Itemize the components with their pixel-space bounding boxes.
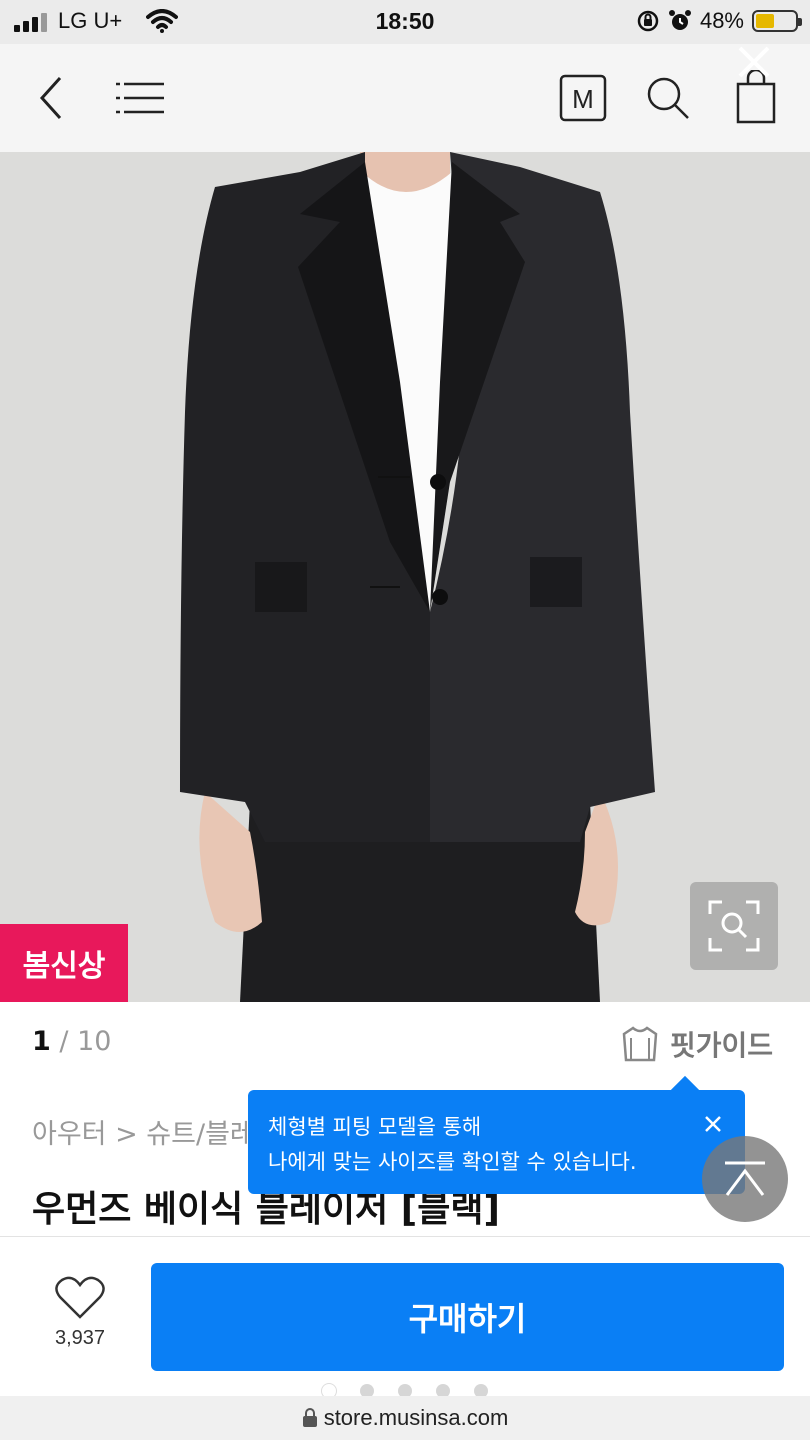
battery-icon [752, 10, 802, 32]
image-zoom-button[interactable] [690, 882, 778, 970]
tooltip-text-line2: 나에게 맞는 사이즈를 확인할 수 있습니다. [268, 1150, 637, 1174]
battery-percent: 48% [699, 8, 744, 33]
buy-button[interactable]: 구매하기 [151, 1263, 784, 1371]
heart-icon [55, 1276, 105, 1319]
menu-button[interactable] [112, 70, 168, 126]
like-count: 3,937 [54, 1327, 106, 1349]
alarm-icon [668, 10, 691, 30]
fit-guide-button[interactable]: 핏가이드 [620, 1022, 773, 1066]
url-text: store.musinsa.com [323, 1405, 509, 1430]
search-icon [647, 77, 689, 119]
orientation-lock-icon [637, 10, 659, 32]
back-icon [39, 76, 62, 120]
image-pager: 1 / 10 [32, 1026, 111, 1057]
close-icon[interactable] [730, 38, 778, 86]
product-photo [0, 152, 810, 1002]
purchase-bar: 3,937 구매하기 [0, 1236, 810, 1392]
arrow-up-icon [725, 1161, 765, 1196]
back-button[interactable] [24, 70, 80, 126]
category-breadcrumb[interactable]: 아우터 > 슈트/블레 [32, 1112, 255, 1151]
search-button[interactable] [640, 70, 696, 126]
product-image-carousel[interactable]: 봄신상 [0, 152, 810, 1002]
browser-url-bar[interactable]: store.musinsa.com [0, 1396, 810, 1440]
scroll-to-top-button[interactable] [702, 1136, 788, 1222]
fit-guide-tooltip: 체형별 피팅 모델을 통해 나에게 맞는 사이즈를 확인할 수 있습니다. [248, 1075, 745, 1194]
header-bar: M [0, 44, 810, 152]
musinsa-m-icon: M [559, 74, 607, 122]
total-images: 10 [77, 1026, 112, 1057]
tooltip-close-icon[interactable] [699, 1110, 727, 1138]
menu-icon [116, 82, 164, 114]
like-button[interactable]: 3,937 [40, 1275, 120, 1350]
new-season-badge: 봄신상 [0, 924, 128, 1002]
musinsa-home-button[interactable]: M [555, 70, 611, 126]
status-bar: LG U+ 18:50 48% [0, 0, 810, 44]
zoom-search-icon [708, 900, 760, 952]
pager-separator: / [59, 1026, 69, 1057]
fit-guide-label: 핏가이드 [670, 1029, 774, 1062]
svg-text:M: M [572, 84, 594, 114]
shirt-icon [622, 1026, 658, 1062]
current-image-index: 1 [32, 1026, 51, 1057]
lock-icon [302, 1408, 317, 1427]
tooltip-text-line1: 체형별 피팅 모델을 통해 [268, 1115, 482, 1139]
